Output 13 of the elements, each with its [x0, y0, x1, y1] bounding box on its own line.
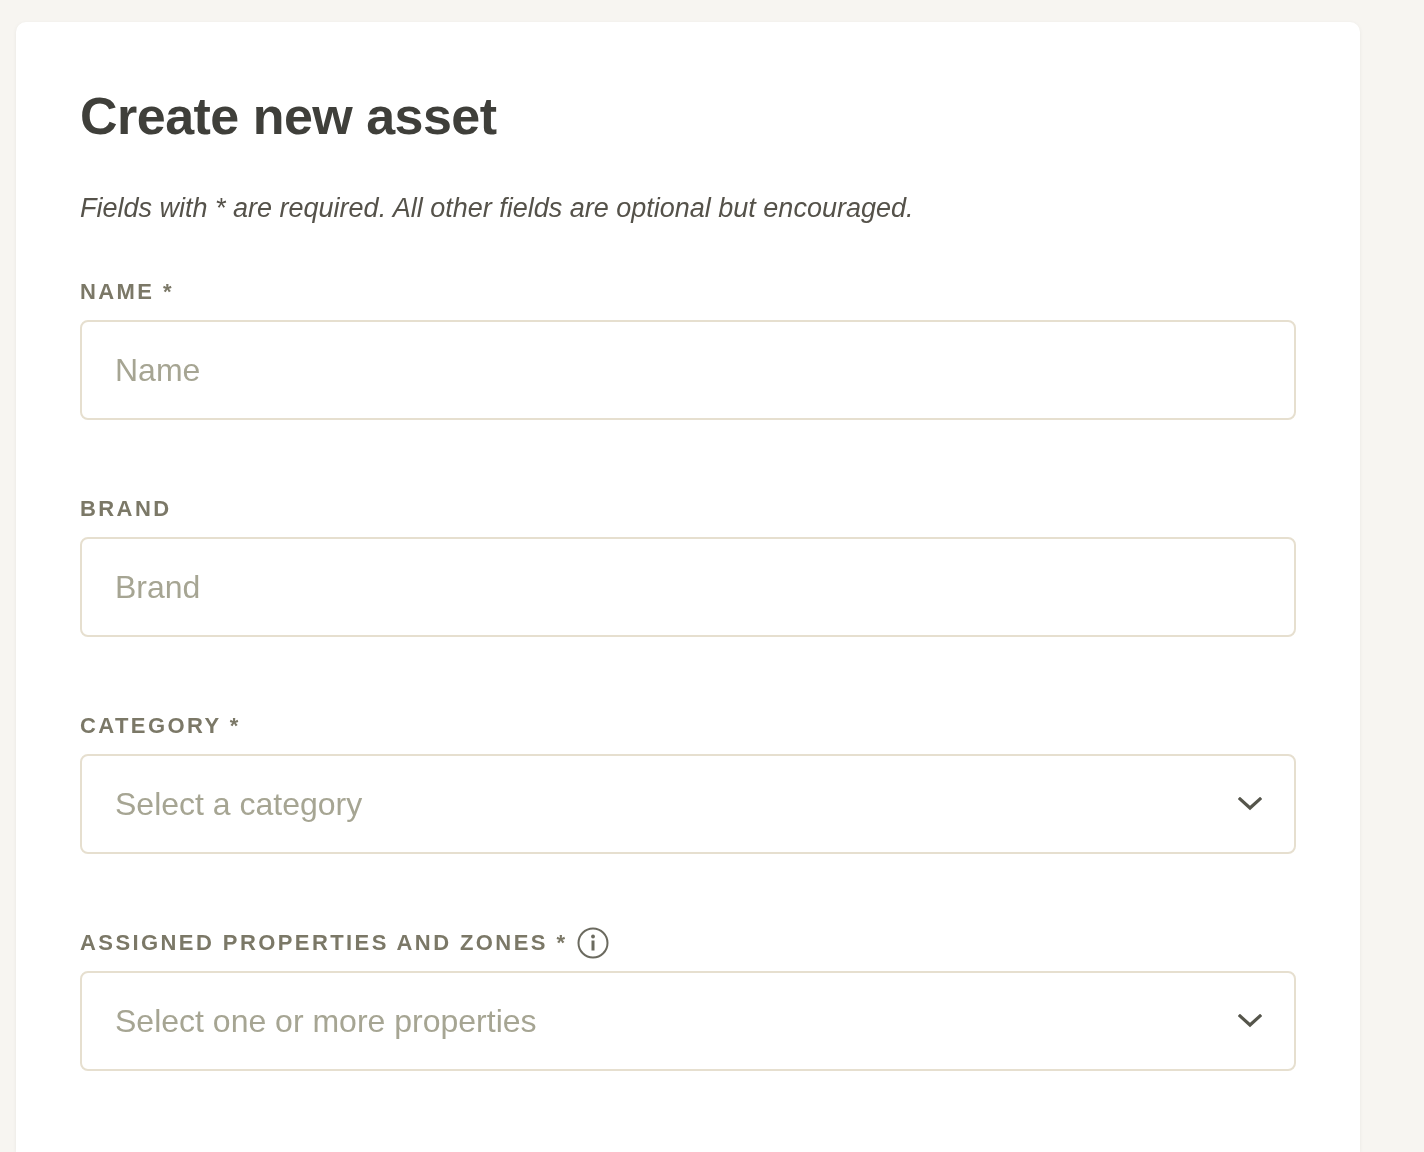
field-label: NAME *	[80, 278, 174, 306]
chevron-down-icon	[1238, 1014, 1262, 1028]
info-icon[interactable]	[577, 927, 610, 959]
field-label: BRAND	[80, 495, 172, 523]
dropdown-select[interactable]: Select a category	[80, 754, 1296, 854]
text-input-field[interactable]: Brand	[80, 537, 1296, 637]
dropdown-select[interactable]: Select one or more properties	[80, 971, 1296, 1071]
field-label: ASSIGNED PROPERTIES AND ZONES *	[80, 929, 568, 957]
text-input-field[interactable]: Name	[80, 320, 1296, 420]
page-title: Create new asset	[80, 86, 498, 146]
field-label: CATEGORY *	[80, 712, 241, 740]
chevron-down-icon	[1238, 797, 1262, 811]
form-note: Fields with * are required. All other fields are optional but encouraged.	[80, 192, 915, 225]
